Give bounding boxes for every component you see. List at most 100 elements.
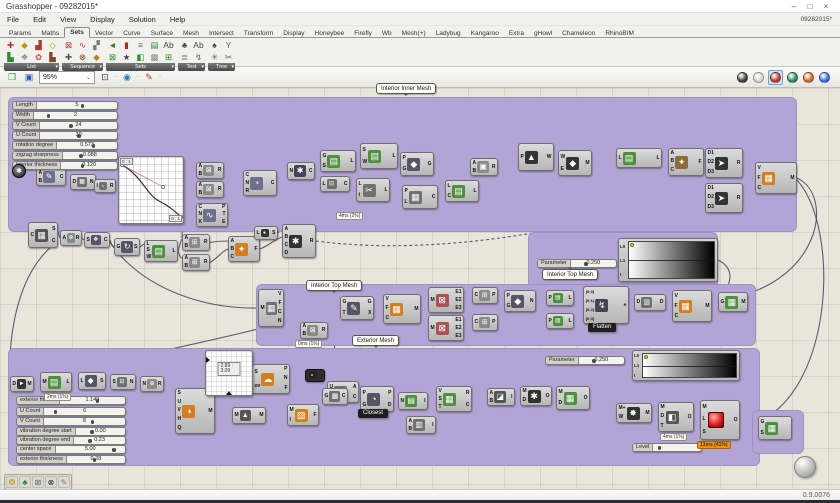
group-label-3[interactable]: Exterior Mesh xyxy=(352,335,399,346)
output-port-X[interactable]: X xyxy=(368,311,371,316)
slider-parameter[interactable]: Parameter0.250 xyxy=(537,259,617,268)
input-port-T[interactable]: T xyxy=(343,311,346,316)
output-port-M[interactable]: M xyxy=(208,409,212,414)
slider-knob[interactable] xyxy=(77,134,81,138)
output-port-R[interactable]: R xyxy=(322,328,326,333)
input-port-Q[interactable]: Q xyxy=(178,426,182,431)
output-port-I[interactable]: I xyxy=(432,423,433,428)
input-port-03[interactable]: {0;3} xyxy=(586,317,595,321)
output-port-M[interactable]: M xyxy=(790,176,794,181)
gh-node-54[interactable]: Suv☁PNF xyxy=(252,364,290,394)
gh-node-6[interactable]: CNR◔C xyxy=(243,170,277,196)
input-port-B[interactable]: B xyxy=(185,264,189,269)
output-port-M[interactable]: M xyxy=(741,300,745,305)
output-port-R[interactable]: R xyxy=(218,187,222,192)
gh-node-3[interactable]: AB⊠R xyxy=(196,162,224,179)
input-port-L0[interactable]: L0 xyxy=(620,244,625,249)
gh-node-11[interactable]: Lt✂L xyxy=(356,178,390,202)
slider-parameter[interactable]: Parameter0.250 xyxy=(545,356,625,365)
handle-triangle-icon[interactable] xyxy=(206,357,210,363)
gh-node-64[interactable]: AB◪I xyxy=(487,388,515,406)
tree-tool-icon[interactable]: ✳ xyxy=(208,51,221,63)
slider-track[interactable]: 0.573 xyxy=(57,142,117,149)
gh-node-67[interactable]: M+W✸M xyxy=(616,403,652,423)
input-port-C[interactable]: C xyxy=(231,255,235,260)
tab-surface[interactable]: Surface xyxy=(146,29,178,38)
slider-knob[interactable] xyxy=(69,124,73,128)
gh-node-7[interactable]: N✱C xyxy=(287,162,315,180)
input-port-C[interactable]: C xyxy=(386,316,390,321)
input-port-B[interactable]: B xyxy=(199,191,203,196)
input-port-M[interactable]: M xyxy=(43,380,47,385)
input-port-A[interactable]: A xyxy=(490,391,494,396)
output-port-M[interactable]: M xyxy=(645,411,649,416)
input-port-G[interactable]: G xyxy=(323,154,327,159)
output-port-F[interactable]: F xyxy=(698,160,701,165)
list-tool-icon[interactable]: ▟ xyxy=(32,39,45,51)
input-port-G[interactable]: G xyxy=(325,394,329,399)
input-port-D[interactable]: D xyxy=(637,300,641,305)
gh-node-23[interactable]: C▦SC xyxy=(28,222,58,248)
gh-node-25[interactable]: S❖C xyxy=(84,232,110,248)
text-tool-icon[interactable]: ≣ xyxy=(178,51,191,63)
pencil-icon[interactable]: ✎ xyxy=(58,476,70,488)
input-port-C[interactable]: C xyxy=(758,186,762,191)
tab-ladybug[interactable]: Ladybug xyxy=(431,29,466,38)
input-port-B[interactable]: B xyxy=(285,235,289,240)
input-port-G[interactable]: G xyxy=(403,167,407,172)
output-port-R[interactable]: R xyxy=(310,239,314,244)
input-port-L[interactable]: L xyxy=(359,182,362,187)
tab-extra[interactable]: Extra xyxy=(504,29,529,38)
output-port-W[interactable]: W xyxy=(547,155,552,160)
input-port-C[interactable]: C xyxy=(246,173,250,178)
output-port-C[interactable]: C xyxy=(104,238,108,243)
gh-node-10[interactable]: SW▤L xyxy=(360,143,398,169)
output-port-M[interactable]: M xyxy=(414,307,418,312)
sets-tool-icon[interactable]: ▤ xyxy=(148,39,161,51)
input-port-M[interactable]: M xyxy=(290,408,294,413)
slider-track[interactable]: 0.088 xyxy=(63,152,117,159)
output-port-O[interactable]: O xyxy=(546,394,550,399)
sketch-tool-icon[interactable]: ✎ xyxy=(142,70,156,84)
tab-display[interactable]: Display xyxy=(278,29,309,38)
input-port-N[interactable]: N xyxy=(199,212,203,217)
gh-node-0[interactable]: AB✎C xyxy=(36,168,66,186)
input-port-B[interactable]: B xyxy=(231,247,235,252)
input-port-P[interactable]: P xyxy=(549,319,552,324)
gh-node-24[interactable]: A⊕R xyxy=(60,230,82,246)
gh-node-14[interactable]: LC▤L xyxy=(445,180,479,202)
output-port-C[interactable]: C xyxy=(309,169,313,174)
output-port-E3[interactable]: E3 xyxy=(455,306,461,311)
zoom-extents-icon[interactable]: ⊡ xyxy=(98,70,112,84)
input-port-L0[interactable]: L0 xyxy=(634,353,639,358)
sequence-tool-icon[interactable]: ✚ xyxy=(62,51,75,63)
input-port-S[interactable]: S xyxy=(255,370,258,375)
ribbon-group-label[interactable]: Text▾ xyxy=(178,63,205,71)
sets-tool-icon[interactable]: ◧ xyxy=(134,51,147,63)
slider-knob[interactable] xyxy=(112,448,116,452)
gh-node-45[interactable]: D▥D xyxy=(634,294,666,311)
tab-transform[interactable]: Transform xyxy=(239,29,278,38)
open-file-icon[interactable]: ❒ xyxy=(5,70,19,84)
output-port-C[interactable]: C xyxy=(278,310,282,315)
minimize-icon[interactable]: – xyxy=(786,2,802,11)
gh-node-63[interactable]: AB▥I xyxy=(406,416,436,434)
gh-node-21[interactable]: D1D2D3➤R xyxy=(705,183,743,213)
input-port-D2[interactable]: D2 xyxy=(708,195,714,200)
group-label-0[interactable]: Interior Inner Mesh xyxy=(376,83,436,94)
slider-knob[interactable] xyxy=(91,420,95,424)
input-port-S[interactable]: S xyxy=(703,430,706,435)
text-tool-icon[interactable]: ♣ xyxy=(178,39,191,51)
output-port-L[interactable]: L xyxy=(568,319,571,324)
input-port-G[interactable]: G xyxy=(761,420,765,425)
output-port-R[interactable]: R xyxy=(624,303,627,307)
tree-tool-icon[interactable]: ✂ xyxy=(222,51,235,63)
gradient-preview[interactable] xyxy=(642,353,737,378)
tab-sets[interactable]: Sets xyxy=(64,27,90,38)
preview-eye-icon[interactable]: ◉ xyxy=(120,70,134,84)
input-port-V[interactable]: V xyxy=(178,408,181,413)
sets-tool-icon[interactable]: ≡ xyxy=(134,39,147,51)
input-port-D[interactable]: D xyxy=(559,401,563,406)
input-port-M[interactable]: M xyxy=(523,389,527,394)
gh-node-47[interactable]: G▦M xyxy=(718,292,748,312)
